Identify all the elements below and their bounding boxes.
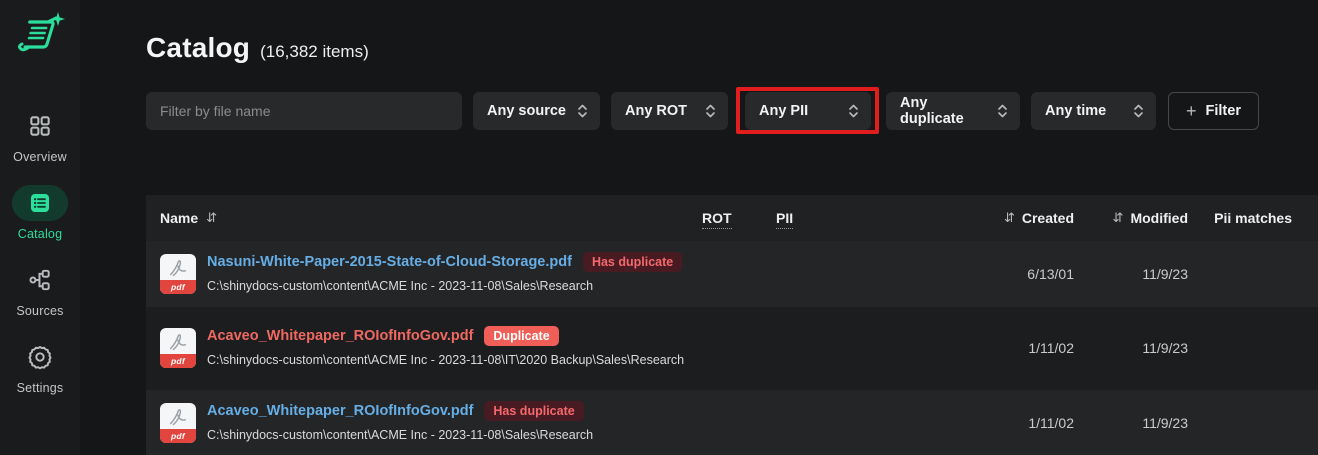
sidebar: Overview Catalog (0, 0, 80, 455)
created-date: 1/11/02 (955, 340, 1074, 356)
column-header-created[interactable]: ⇵ Created (955, 210, 1074, 226)
file-name-link[interactable]: Nasuni-White-Paper-2015-State-of-Cloud-S… (207, 254, 572, 270)
pii-cell (776, 422, 955, 423)
main-content: Catalog (16,382 items) Any source Any RO… (80, 0, 1318, 455)
file-name-link[interactable]: Acaveo_Whitepaper_ROIofInfoGov.pdf (207, 403, 473, 419)
modified-date: 11/9/23 (1074, 415, 1188, 431)
sidebar-item-label: Catalog (18, 227, 63, 241)
dropdown-label: Any source (487, 103, 566, 119)
duplicate-status-badge: Has duplicate (484, 401, 583, 421)
column-header-pii-matches: Pii matches (1188, 210, 1318, 226)
file-path: C:\shinydocs-custom\content\ACME Inc - 2… (207, 351, 684, 370)
dropdown-label: Any PII (759, 103, 808, 119)
column-header-name[interactable]: Name ⇵ (146, 210, 702, 226)
sidebar-item-label: Sources (16, 304, 63, 318)
file-path: C:\shinydocs-custom\content\ACME Inc - 2… (207, 277, 682, 296)
created-date: 1/11/02 (955, 415, 1074, 431)
column-header-modified[interactable]: ⇵ Modified (1074, 210, 1188, 226)
catalog-app: Overview Catalog (0, 0, 1318, 455)
catalog-table: Name ⇵ ROT PII ⇵ Created ⇵ Modified (146, 195, 1318, 455)
pdf-file-icon: pdf (160, 328, 196, 368)
rot-filter-dropdown[interactable]: Any ROT (611, 92, 728, 130)
table-row[interactable]: pdf Nasuni-White-Paper-2015-State-of-Clo… (146, 241, 1318, 307)
table-header-row: Name ⇵ ROT PII ⇵ Created ⇵ Modified (146, 195, 1318, 241)
page-title: Catalog (146, 32, 250, 64)
gear-icon (27, 344, 53, 370)
filter-bar: Any source Any ROT Any PII (146, 92, 1318, 130)
dropdown-label: Any ROT (625, 103, 687, 119)
sidebar-item-label: Overview (13, 150, 67, 164)
modified-date: 11/9/23 (1074, 266, 1188, 282)
pii-cell (776, 273, 955, 274)
grid-icon (27, 113, 53, 139)
acrobat-glyph-icon (167, 258, 189, 280)
add-filter-button[interactable]: + Filter (1168, 92, 1259, 130)
rot-cell (702, 422, 776, 423)
time-filter-dropdown[interactable]: Any time (1031, 92, 1156, 130)
sidebar-item-catalog[interactable]: Catalog (12, 185, 68, 241)
dropdown-label: Any duplicate (900, 95, 989, 127)
acrobat-glyph-icon (167, 332, 189, 354)
pii-filter-dropdown[interactable]: Any PII (745, 92, 871, 130)
dropdown-label: Any time (1045, 103, 1106, 119)
file-name-filter-input[interactable] (146, 92, 462, 130)
file-path: C:\shinydocs-custom\content\ACME Inc - 2… (207, 426, 593, 445)
pdf-file-icon: pdf (160, 403, 196, 443)
sidebar-item-overview[interactable]: Overview (12, 108, 68, 164)
add-filter-label: Filter (1206, 103, 1241, 119)
sidebar-nav: Overview Catalog (12, 108, 68, 416)
sidebar-item-settings[interactable]: Settings (12, 339, 68, 395)
rot-cell (702, 348, 776, 349)
chevron-updown-icon (577, 103, 588, 119)
rot-cell (702, 273, 776, 274)
item-count: (16,382 items) (260, 42, 369, 62)
pii-matches-cell (1188, 422, 1318, 423)
pii-matches-cell (1188, 273, 1318, 274)
source-filter-dropdown[interactable]: Any source (473, 92, 600, 130)
plus-icon: + (1186, 102, 1197, 120)
created-date: 6/13/01 (955, 266, 1074, 282)
sidebar-item-sources[interactable]: Sources (12, 262, 68, 318)
column-header-pii[interactable]: PII (776, 210, 955, 226)
chevron-updown-icon (705, 103, 716, 119)
sort-icon: ⇵ (206, 211, 217, 226)
table-row[interactable]: pdf Acaveo_Whitepaper_ROIofInfoGov.pdf H… (146, 390, 1318, 455)
pii-matches-cell (1188, 348, 1318, 349)
shinydocs-logo-icon[interactable] (14, 10, 66, 60)
table-row[interactable]: pdf Acaveo_Whitepaper_ROIofInfoGov.pdf D… (146, 307, 1318, 390)
chevron-updown-icon (997, 103, 1008, 119)
duplicate-status-badge: Has duplicate (583, 252, 682, 272)
chevron-updown-icon (1133, 103, 1144, 119)
list-icon (28, 191, 52, 215)
network-icon (27, 267, 53, 293)
duplicate-status-badge: Duplicate (484, 326, 558, 346)
pii-cell (776, 348, 955, 349)
file-name-link[interactable]: Acaveo_Whitepaper_ROIofInfoGov.pdf (207, 328, 473, 344)
sort-icon: ⇵ (1004, 211, 1015, 226)
page-header: Catalog (16,382 items) (146, 32, 1318, 64)
column-header-rot[interactable]: ROT (702, 210, 776, 226)
duplicate-filter-dropdown[interactable]: Any duplicate (886, 92, 1020, 130)
modified-date: 11/9/23 (1074, 340, 1188, 356)
sort-icon: ⇵ (1113, 211, 1124, 226)
sidebar-item-label: Settings (17, 381, 64, 395)
acrobat-glyph-icon (167, 407, 189, 429)
chevron-updown-icon (848, 103, 859, 119)
pdf-file-icon: pdf (160, 254, 196, 294)
